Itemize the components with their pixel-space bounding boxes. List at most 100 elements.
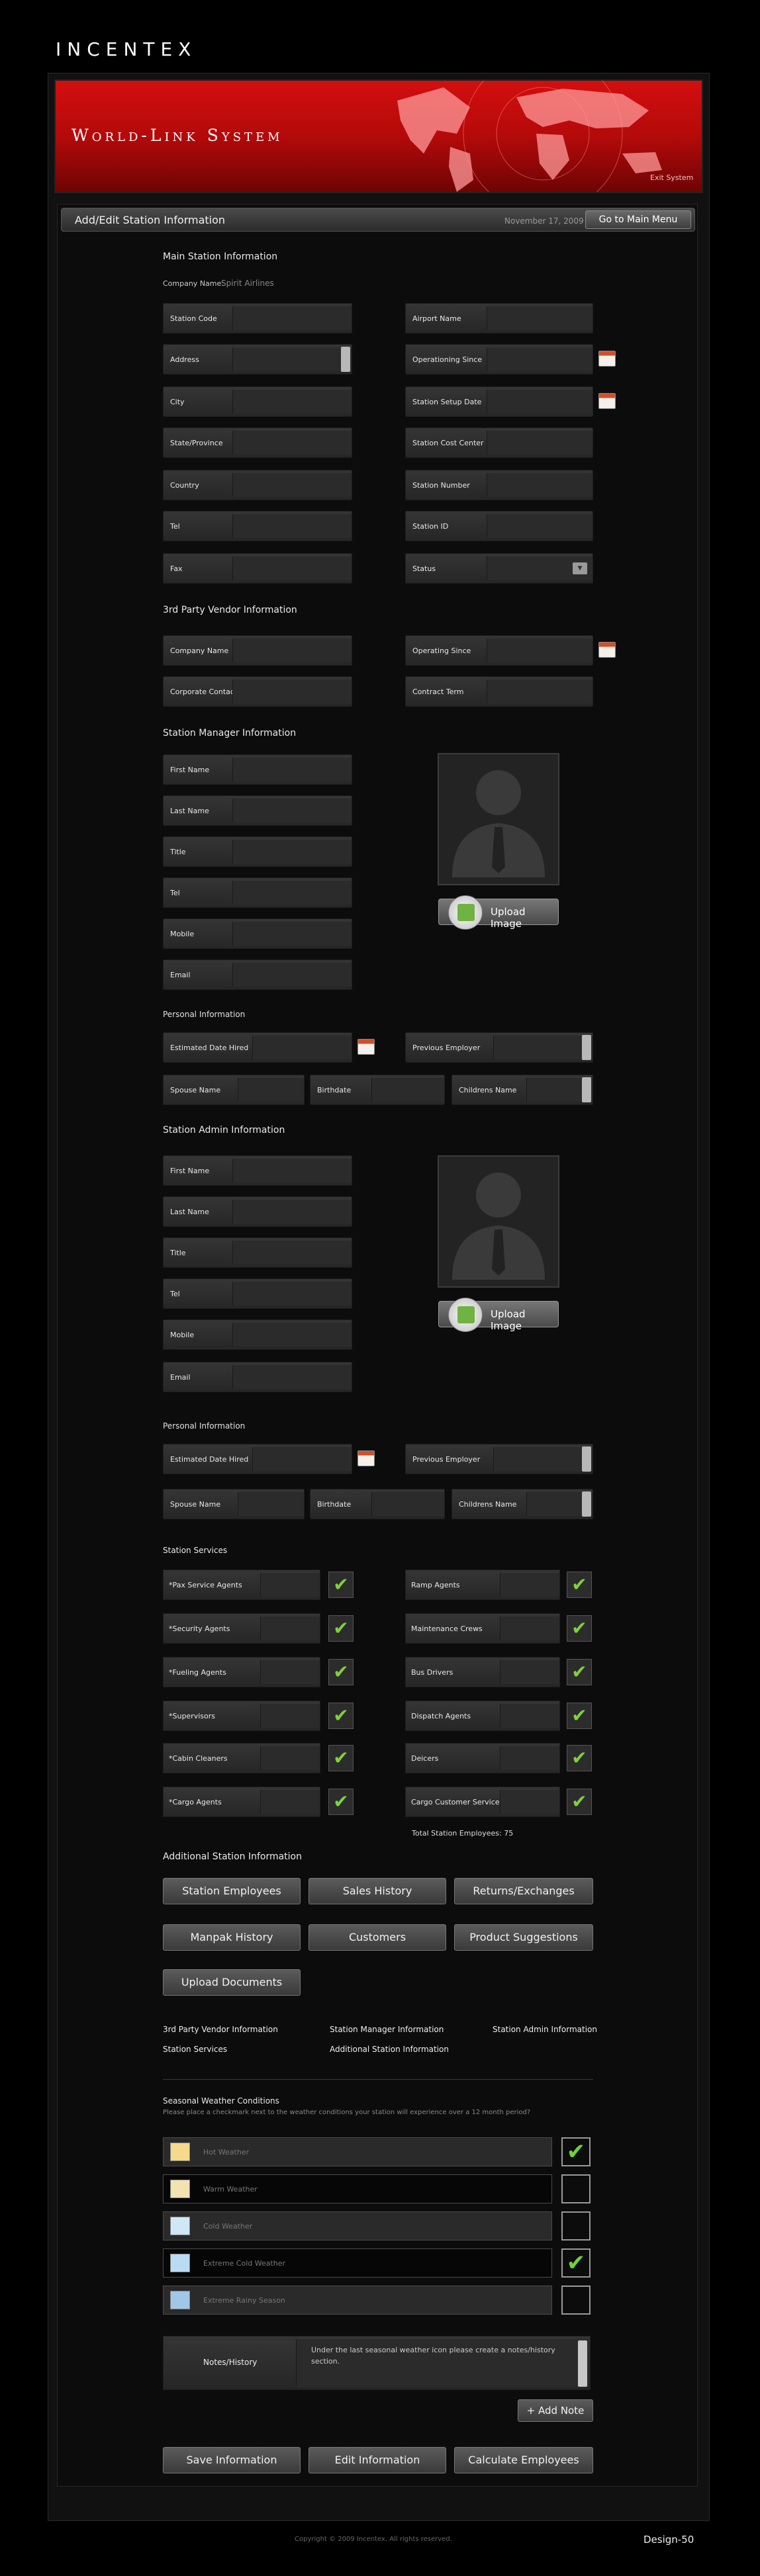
operating-since-field[interactable]: Operationing Since: [405, 344, 593, 375]
calendar-icon[interactable]: [598, 393, 616, 409]
service-field[interactable]: *Cabin Cleaners: [163, 1743, 320, 1773]
calendar-icon[interactable]: [598, 351, 616, 367]
service-field[interactable]: Dispatch Agents: [405, 1701, 560, 1731]
station-setup-date-field[interactable]: Station Setup Date: [405, 386, 593, 417]
city-field[interactable]: City: [163, 386, 352, 417]
upload-documents-button[interactable]: Upload Documents: [163, 1969, 301, 1996]
service-field[interactable]: *Cargo Agents: [163, 1787, 320, 1817]
manager-previous-employer-field[interactable]: Previous Employer: [405, 1032, 593, 1063]
station-employees-button[interactable]: Station Employees: [163, 1878, 301, 1904]
save-information-button[interactable]: Save Information: [163, 2447, 301, 2473]
calendar-icon[interactable]: [598, 642, 616, 658]
childrens-name-scrollbar[interactable]: [582, 1491, 591, 1517]
country-field[interactable]: Country: [163, 470, 352, 500]
admin-tel-field[interactable]: Tel: [163, 1278, 352, 1309]
notes-textarea[interactable]: Under the last seasonal weather icon ple…: [296, 2339, 589, 2387]
manager-spouse-name-field[interactable]: Spouse Name: [163, 1075, 305, 1105]
service-checkbox[interactable]: ✔: [567, 1745, 592, 1771]
manager-date-hired-field[interactable]: Estimated Date Hired: [163, 1032, 352, 1063]
service-field[interactable]: *Security Agents: [163, 1613, 320, 1644]
link-manager-info[interactable]: Station Manager Information: [330, 2025, 444, 2034]
service-checkbox[interactable]: ✔: [328, 1703, 354, 1729]
add-note-button[interactable]: + Add Note: [518, 2399, 593, 2422]
calendar-icon[interactable]: [357, 1450, 375, 1466]
chevron-down-icon[interactable]: ▼: [573, 562, 587, 574]
manager-email-field[interactable]: Email: [163, 959, 352, 990]
manager-upload-image-button[interactable]: Upload Image: [438, 895, 559, 930]
vendor-operating-since-field[interactable]: Operating Since: [405, 635, 593, 666]
manager-last-name-field[interactable]: Last Name: [163, 795, 352, 826]
manager-mobile-field[interactable]: Mobile: [163, 918, 352, 949]
address-scrollbar[interactable]: [341, 347, 350, 372]
service-checkbox[interactable]: ✔: [567, 1659, 592, 1685]
manager-tel-field[interactable]: Tel: [163, 877, 352, 908]
manpak-history-button[interactable]: Manpak History: [163, 1924, 301, 1951]
station-cost-center-field[interactable]: Station Cost Center: [405, 427, 593, 458]
childrens-name-scrollbar[interactable]: [582, 1077, 591, 1102]
manager-title-field[interactable]: Title: [163, 836, 352, 867]
main-menu-button[interactable]: Go to Main Menu: [585, 210, 691, 229]
status-select[interactable]: Status ▼: [405, 553, 593, 584]
service-checkbox[interactable]: ✔: [328, 1615, 354, 1642]
service-checkbox[interactable]: ✔: [567, 1789, 592, 1815]
service-checkbox[interactable]: ✔: [328, 1659, 354, 1685]
link-admin-info[interactable]: Station Admin Information: [493, 2025, 597, 2034]
service-field[interactable]: *Supervisors: [163, 1701, 320, 1731]
address-field[interactable]: Address: [163, 344, 352, 375]
station-number-field[interactable]: Station Number: [405, 470, 593, 500]
service-checkbox[interactable]: ✔: [567, 1572, 592, 1598]
weather-checkbox-extreme-cold[interactable]: ✔: [561, 2248, 591, 2278]
service-field[interactable]: *Fueling Agents: [163, 1657, 320, 1687]
admin-last-name-field[interactable]: Last Name: [163, 1196, 352, 1227]
manager-birthdate-field[interactable]: Birthdate: [310, 1075, 445, 1105]
notes-scrollbar[interactable]: [578, 2340, 587, 2387]
admin-date-hired-field[interactable]: Estimated Date Hired: [163, 1444, 352, 1474]
weather-checkbox-cold[interactable]: [561, 2211, 591, 2241]
customers-button[interactable]: Customers: [309, 1924, 446, 1951]
service-field[interactable]: Deicers: [405, 1743, 560, 1773]
weather-checkbox-hot[interactable]: ✔: [561, 2137, 591, 2166]
manager-childrens-name-field[interactable]: Childrens Name: [451, 1075, 593, 1105]
previous-employer-scrollbar[interactable]: [582, 1035, 591, 1060]
airport-name-field[interactable]: Airport Name: [405, 303, 593, 333]
calendar-icon[interactable]: [357, 1039, 375, 1055]
admin-upload-image-button[interactable]: Upload Image: [438, 1298, 559, 1332]
state-field[interactable]: State/Province: [163, 427, 352, 458]
station-id-field[interactable]: Station ID: [405, 511, 593, 541]
admin-birthdate-field[interactable]: Birthdate: [310, 1489, 445, 1519]
returns-exchanges-button[interactable]: Returns/Exchanges: [454, 1878, 593, 1904]
contract-term-field[interactable]: Contract Term: [405, 676, 593, 707]
weather-checkbox-rainy[interactable]: [561, 2286, 591, 2315]
product-suggestions-button[interactable]: Product Suggestions: [454, 1924, 593, 1951]
notes-history-field[interactable]: Notes/History Under the last seasonal we…: [163, 2336, 591, 2390]
service-field[interactable]: Cargo Customer Service: [405, 1787, 560, 1817]
admin-email-field[interactable]: Email: [163, 1362, 352, 1392]
admin-mobile-field[interactable]: Mobile: [163, 1319, 352, 1350]
previous-employer-scrollbar[interactable]: [582, 1446, 591, 1472]
service-checkbox[interactable]: ✔: [328, 1789, 354, 1815]
link-additional-info[interactable]: Additional Station Information: [330, 2045, 449, 2054]
manager-first-name-field[interactable]: First Name: [163, 754, 352, 785]
station-code-field[interactable]: Station Code: [163, 303, 352, 333]
service-checkbox[interactable]: ✔: [567, 1703, 592, 1729]
admin-spouse-name-field[interactable]: Spouse Name: [163, 1489, 305, 1519]
admin-previous-employer-field[interactable]: Previous Employer: [405, 1444, 593, 1474]
link-station-services[interactable]: Station Services: [163, 2045, 227, 2054]
tel-field[interactable]: Tel: [163, 511, 352, 541]
sales-history-button[interactable]: Sales History: [309, 1878, 446, 1904]
service-checkbox[interactable]: ✔: [328, 1745, 354, 1771]
edit-information-button[interactable]: Edit Information: [309, 2447, 446, 2473]
corporate-contact-field[interactable]: Corporate Contact: [163, 676, 352, 707]
exit-system-link[interactable]: Exit System: [650, 173, 693, 182]
fax-field[interactable]: Fax: [163, 553, 352, 584]
admin-title-field[interactable]: Title: [163, 1237, 352, 1268]
calculate-employees-button[interactable]: Calculate Employees: [454, 2447, 593, 2473]
admin-childrens-name-field[interactable]: Childrens Name: [451, 1489, 593, 1519]
vendor-company-field[interactable]: Company Name: [163, 635, 352, 666]
service-checkbox[interactable]: ✔: [567, 1615, 592, 1642]
service-checkbox[interactable]: ✔: [328, 1572, 354, 1598]
admin-first-name-field[interactable]: First Name: [163, 1155, 352, 1186]
weather-checkbox-warm[interactable]: [561, 2174, 591, 2203]
service-field[interactable]: Bus Drivers: [405, 1657, 560, 1687]
service-field[interactable]: Ramp Agents: [405, 1570, 560, 1600]
